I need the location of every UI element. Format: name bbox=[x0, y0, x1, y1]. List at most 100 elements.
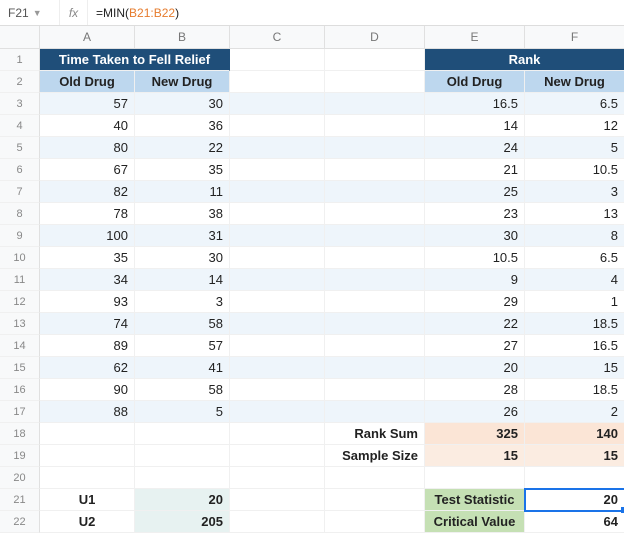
row-header[interactable]: 22 bbox=[0, 511, 40, 533]
empty-cell[interactable] bbox=[230, 335, 325, 357]
col-header[interactable]: B bbox=[135, 26, 230, 49]
data-cell[interactable]: 5 bbox=[135, 401, 230, 423]
data-cell[interactable]: 8 bbox=[525, 225, 624, 247]
data-cell[interactable]: 36 bbox=[135, 115, 230, 137]
data-cell[interactable]: 24 bbox=[425, 137, 525, 159]
empty-cell[interactable] bbox=[325, 335, 425, 357]
empty-cell[interactable] bbox=[230, 401, 325, 423]
test-stat-value[interactable]: 20 bbox=[525, 489, 624, 511]
data-cell[interactable]: 22 bbox=[135, 137, 230, 159]
sample-size-new[interactable]: 15 bbox=[525, 445, 624, 467]
data-cell[interactable]: 93 bbox=[40, 291, 135, 313]
row-header[interactable]: 16 bbox=[0, 379, 40, 401]
data-cell[interactable]: 28 bbox=[425, 379, 525, 401]
data-cell[interactable]: 16.5 bbox=[525, 335, 624, 357]
data-cell[interactable]: 31 bbox=[135, 225, 230, 247]
empty-cell[interactable] bbox=[425, 467, 525, 489]
col-header[interactable]: F bbox=[525, 26, 624, 49]
formula-input[interactable]: =MIN(B21:B22) bbox=[88, 0, 187, 25]
data-cell[interactable]: 27 bbox=[425, 335, 525, 357]
row-header[interactable]: 8 bbox=[0, 203, 40, 225]
data-cell[interactable]: 23 bbox=[425, 203, 525, 225]
data-cell[interactable]: 35 bbox=[135, 159, 230, 181]
empty-cell[interactable] bbox=[230, 93, 325, 115]
empty-cell[interactable] bbox=[230, 247, 325, 269]
data-cell[interactable]: 20 bbox=[425, 357, 525, 379]
empty-cell[interactable] bbox=[325, 357, 425, 379]
empty-cell[interactable] bbox=[325, 313, 425, 335]
data-cell[interactable]: 57 bbox=[40, 93, 135, 115]
empty-cell[interactable] bbox=[325, 71, 425, 93]
data-cell[interactable]: 58 bbox=[135, 313, 230, 335]
data-cell[interactable]: 26 bbox=[425, 401, 525, 423]
data-cell[interactable]: 1 bbox=[525, 291, 624, 313]
data-cell[interactable]: 5 bbox=[525, 137, 624, 159]
data-cell[interactable]: 40 bbox=[40, 115, 135, 137]
row-header[interactable]: 21 bbox=[0, 489, 40, 511]
data-cell[interactable]: 30 bbox=[135, 93, 230, 115]
row-header[interactable]: 13 bbox=[0, 313, 40, 335]
row-header[interactable]: 2 bbox=[0, 71, 40, 93]
empty-cell[interactable] bbox=[230, 269, 325, 291]
empty-cell[interactable] bbox=[230, 445, 325, 467]
data-cell[interactable]: 6.5 bbox=[525, 247, 624, 269]
empty-cell[interactable] bbox=[325, 511, 425, 533]
empty-cell[interactable] bbox=[230, 467, 325, 489]
empty-cell[interactable] bbox=[325, 137, 425, 159]
name-box[interactable]: F21 ▼ bbox=[0, 0, 60, 25]
data-cell[interactable]: 22 bbox=[425, 313, 525, 335]
row-header[interactable]: 10 bbox=[0, 247, 40, 269]
data-cell[interactable]: 41 bbox=[135, 357, 230, 379]
empty-cell[interactable] bbox=[325, 401, 425, 423]
empty-cell[interactable] bbox=[230, 225, 325, 247]
row-header[interactable]: 14 bbox=[0, 335, 40, 357]
row-header[interactable]: 5 bbox=[0, 137, 40, 159]
row-header[interactable]: 15 bbox=[0, 357, 40, 379]
data-cell[interactable]: 100 bbox=[40, 225, 135, 247]
data-cell[interactable]: 25 bbox=[425, 181, 525, 203]
empty-cell[interactable] bbox=[525, 467, 624, 489]
data-cell[interactable]: 88 bbox=[40, 401, 135, 423]
sample-size-old[interactable]: 15 bbox=[425, 445, 525, 467]
rank-sum-new[interactable]: 140 bbox=[525, 423, 624, 445]
spreadsheet-grid[interactable]: ABCDEF1Time Taken to Fell ReliefRank2Old… bbox=[0, 26, 624, 533]
data-cell[interactable]: 3 bbox=[525, 181, 624, 203]
data-cell[interactable]: 2 bbox=[525, 401, 624, 423]
empty-cell[interactable] bbox=[230, 291, 325, 313]
data-cell[interactable]: 16.5 bbox=[425, 93, 525, 115]
data-cell[interactable]: 15 bbox=[525, 357, 624, 379]
row-header[interactable]: 19 bbox=[0, 445, 40, 467]
empty-cell[interactable] bbox=[325, 115, 425, 137]
data-cell[interactable]: 74 bbox=[40, 313, 135, 335]
data-cell[interactable]: 9 bbox=[425, 269, 525, 291]
data-cell[interactable]: 10.5 bbox=[525, 159, 624, 181]
data-cell[interactable]: 3 bbox=[135, 291, 230, 313]
empty-cell[interactable] bbox=[230, 489, 325, 511]
empty-cell[interactable] bbox=[325, 247, 425, 269]
u1-value[interactable]: 20 bbox=[135, 489, 230, 511]
empty-cell[interactable] bbox=[230, 379, 325, 401]
empty-cell[interactable] bbox=[325, 379, 425, 401]
data-cell[interactable]: 14 bbox=[425, 115, 525, 137]
col-header[interactable]: A bbox=[40, 26, 135, 49]
empty-cell[interactable] bbox=[230, 203, 325, 225]
data-cell[interactable]: 18.5 bbox=[525, 379, 624, 401]
data-cell[interactable]: 18.5 bbox=[525, 313, 624, 335]
empty-cell[interactable] bbox=[135, 423, 230, 445]
data-cell[interactable]: 67 bbox=[40, 159, 135, 181]
data-cell[interactable]: 57 bbox=[135, 335, 230, 357]
corner-cell[interactable] bbox=[0, 26, 40, 49]
data-cell[interactable]: 6.5 bbox=[525, 93, 624, 115]
data-cell[interactable]: 4 bbox=[525, 269, 624, 291]
empty-cell[interactable] bbox=[40, 445, 135, 467]
data-cell[interactable]: 14 bbox=[135, 269, 230, 291]
data-cell[interactable]: 34 bbox=[40, 269, 135, 291]
row-header[interactable]: 20 bbox=[0, 467, 40, 489]
empty-cell[interactable] bbox=[325, 159, 425, 181]
empty-cell[interactable] bbox=[135, 445, 230, 467]
data-cell[interactable]: 35 bbox=[40, 247, 135, 269]
row-header[interactable]: 18 bbox=[0, 423, 40, 445]
data-cell[interactable]: 11 bbox=[135, 181, 230, 203]
data-cell[interactable]: 30 bbox=[425, 225, 525, 247]
crit-val-value[interactable]: 64 bbox=[525, 511, 624, 533]
